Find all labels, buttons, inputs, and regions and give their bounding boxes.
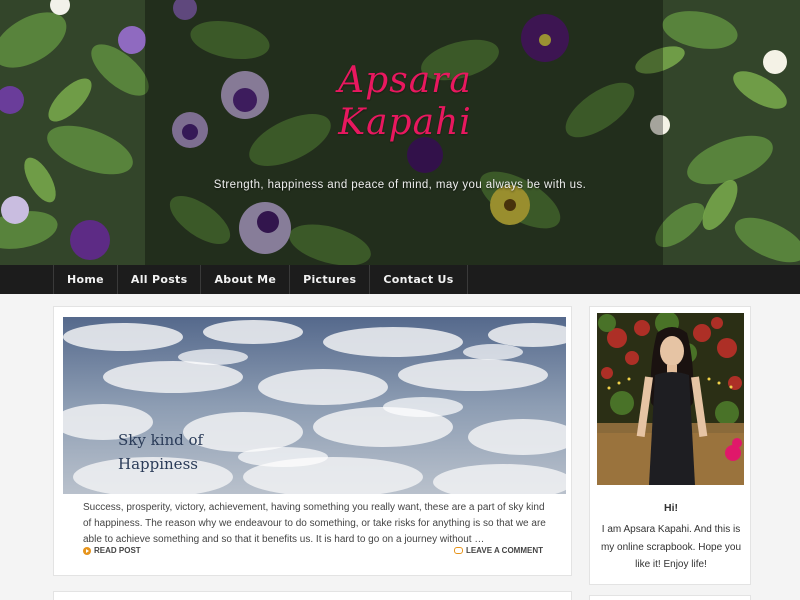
sidebar-bio: I am Apsara Kapahi. And this is my onlin… — [600, 524, 742, 570]
nav-item-pictures[interactable]: Pictures — [290, 265, 371, 294]
site-title[interactable]: Apsara Kapahi — [335, 60, 475, 144]
post-actions: READ POST LEAVE A COMMENT — [83, 546, 543, 560]
site-title-line2: Kapahi — [338, 102, 472, 143]
leave-comment-label: LEAVE A COMMENT — [465, 546, 543, 555]
image-caption-line2: Happiness — [118, 455, 198, 473]
comment-icon — [453, 547, 463, 554]
read-post-label: READ POST — [94, 546, 141, 555]
nav-item-contact-us[interactable]: Contact Us — [370, 265, 468, 294]
site-tagline: Strength, happiness and peace of mind, m… — [213, 179, 587, 191]
nav-item-home[interactable]: Home — [54, 265, 118, 294]
post-excerpt: Success, prosperity, victory, achievemen… — [83, 502, 546, 546]
leave-comment-link[interactable]: LEAVE A COMMENT — [453, 546, 543, 555]
header-banner: Apsara Kapahi Strength, happiness and pe… — [0, 0, 800, 265]
next-sidebar-widget — [589, 595, 751, 600]
main-navigation: Home All Posts About Me Pictures Contact… — [0, 265, 800, 294]
image-caption-line1: Sky kind of — [118, 431, 204, 449]
site-title-line1: Apsara — [338, 60, 472, 101]
nav-item-about-me[interactable]: About Me — [201, 265, 291, 294]
read-post-link[interactable]: READ POST — [83, 546, 141, 555]
sidebar-about-text: Hi! I am Apsara Kapahi. And this is my o… — [590, 501, 752, 574]
next-post-card — [53, 591, 572, 600]
profile-photo-image — [597, 313, 744, 485]
profile-photo — [597, 313, 744, 485]
post-card: Sky kind of Happiness Success, prosperit… — [53, 306, 572, 576]
image-caption: Sky kind of Happiness — [118, 428, 238, 476]
nav-item-all-posts[interactable]: All Posts — [118, 265, 202, 294]
sidebar-greeting: Hi! — [664, 502, 678, 514]
sidebar-about-widget: Hi! I am Apsara Kapahi. And this is my o… — [589, 306, 751, 585]
arrow-circle-icon — [83, 546, 91, 555]
post-featured-image[interactable]: Sky kind of Happiness — [63, 317, 566, 494]
